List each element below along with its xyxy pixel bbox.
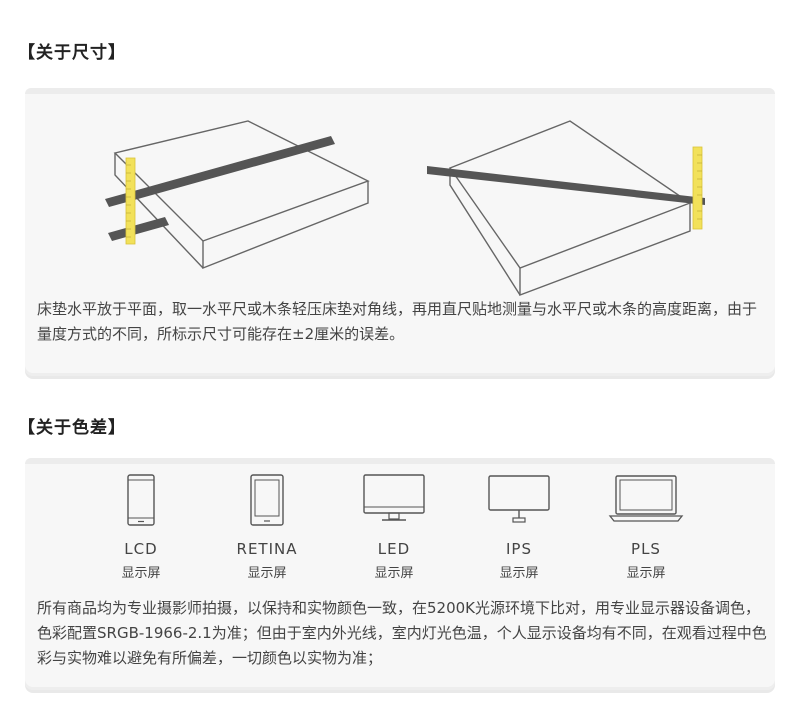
device-lcd: LCD 显示屏: [86, 474, 196, 581]
monitor-icon: [363, 474, 425, 521]
device-name: PLS: [631, 540, 661, 558]
color-card: LCD 显示屏 RETINA 显示屏 LED 显示屏 IPS 显示屏 PLS 显…: [25, 458, 775, 690]
device-name: LCD: [124, 540, 158, 558]
device-pls: PLS 显示屏: [591, 474, 701, 581]
size-description: 床垫水平放于平面，取一水平尺或木条轻压床垫对角线，再用直尺贴地测量与水平尺或木条…: [37, 300, 758, 343]
laptop-icon: [608, 475, 684, 522]
monitor-stand-icon: [488, 475, 550, 523]
device-sub: 显示屏: [499, 566, 539, 581]
ruler: [125, 157, 136, 245]
mattress-diagram-right: [427, 120, 705, 297]
device-sub: 显示屏: [247, 566, 287, 581]
ruler: [692, 146, 703, 230]
size-card: 床垫水平放于平面，取一水平尺或木条轻压床垫对角线，再用直尺贴地测量与水平尺或木条…: [25, 88, 775, 376]
card-top-edge: [25, 458, 775, 464]
size-heading: 【关于尺寸】: [18, 43, 126, 63]
device-sub: 显示屏: [121, 566, 161, 581]
color-heading: 【关于色差】: [18, 418, 126, 438]
device-led: LED 显示屏: [339, 474, 449, 581]
color-description: 所有商品均为专业摄影师拍摄，以保持和实物颜色一致，在5200K光源环境下比对，用…: [37, 599, 767, 667]
device-sub: 显示屏: [626, 566, 666, 581]
device-retina: RETINA 显示屏: [212, 474, 322, 581]
device-name: RETINA: [236, 540, 298, 558]
level-bar-bottom: [108, 217, 169, 241]
mattress-diagram-left: [105, 120, 370, 270]
card-top-edge: [25, 88, 775, 94]
phone-icon: [127, 474, 155, 526]
tablet-icon: [250, 474, 284, 526]
device-name: LED: [377, 540, 411, 558]
device-ips: IPS 显示屏: [464, 474, 574, 581]
device-sub: 显示屏: [374, 566, 414, 581]
device-name: IPS: [506, 540, 532, 558]
